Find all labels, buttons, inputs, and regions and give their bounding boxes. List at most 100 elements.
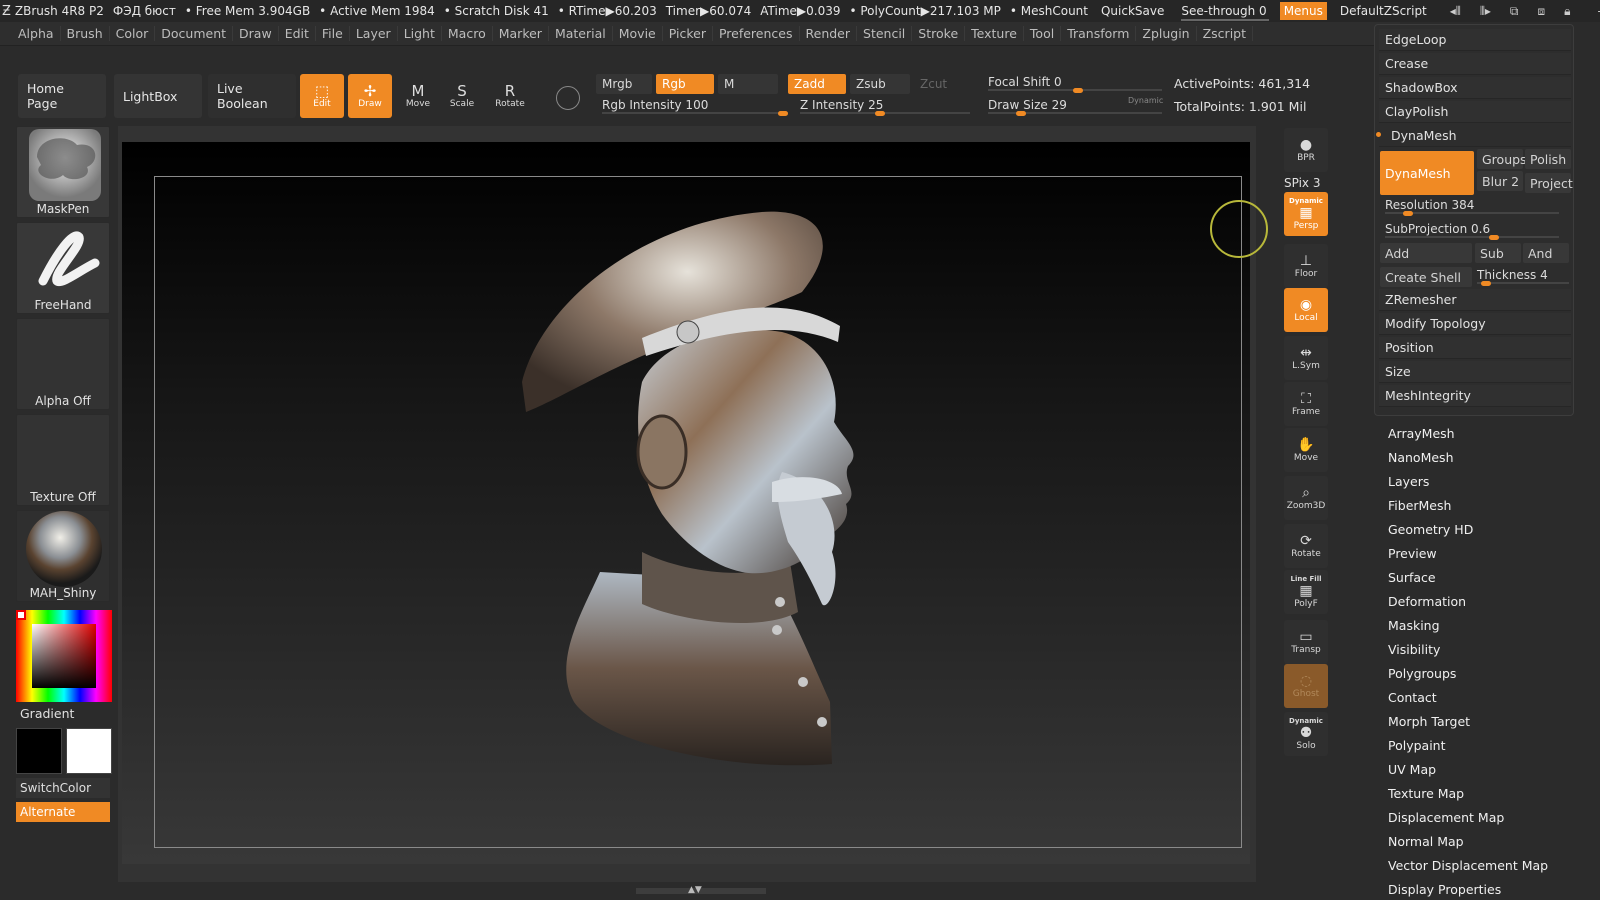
menu-render[interactable]: Render bbox=[800, 26, 858, 41]
texture-tile[interactable]: Texture Off bbox=[16, 414, 110, 506]
subpalette-uv-map[interactable]: UV Map bbox=[1388, 762, 1436, 777]
tray-right-icon[interactable]: ⫴▸ bbox=[1480, 4, 1491, 19]
subpalette-masking[interactable]: Masking bbox=[1388, 618, 1440, 633]
subpalette-contact[interactable]: Contact bbox=[1388, 690, 1437, 705]
subpalette-normal-map[interactable]: Normal Map bbox=[1388, 834, 1464, 849]
subpalette-displacement-map[interactable]: Displacement Map bbox=[1388, 810, 1504, 825]
subpalette-polygroups[interactable]: Polygroups bbox=[1388, 666, 1456, 681]
zcut-button[interactable]: Zcut bbox=[914, 74, 970, 94]
menu-movie[interactable]: Movie bbox=[613, 26, 663, 41]
create-shell-button[interactable]: Create Shell bbox=[1380, 267, 1472, 287]
spix-slider[interactable]: SPix 3 bbox=[1284, 176, 1320, 190]
zsub-button[interactable]: Zsub bbox=[850, 74, 910, 94]
subpalette-display-properties[interactable]: Display Properties bbox=[1388, 882, 1501, 897]
menu-zscript[interactable]: Zscript bbox=[1197, 26, 1254, 41]
see-through-slider[interactable]: See-through 0 bbox=[1177, 4, 1270, 21]
sub-button[interactable]: Sub bbox=[1475, 243, 1521, 263]
panel-position-item[interactable]: Position bbox=[1379, 337, 1571, 359]
menu-preferences[interactable]: Preferences bbox=[713, 26, 800, 41]
tool-rotate-button[interactable]: R Rotate bbox=[488, 74, 532, 118]
panel-size-item[interactable]: Size bbox=[1379, 361, 1571, 383]
subpalette-vector-displacement-map[interactable]: Vector Displacement Map bbox=[1388, 858, 1548, 873]
lightbox-button[interactable]: LightBox bbox=[114, 74, 202, 118]
menu-file[interactable]: File bbox=[316, 26, 350, 41]
menu-alpha[interactable]: Alpha bbox=[12, 26, 61, 41]
subpalette-morph-target[interactable]: Morph Target bbox=[1388, 714, 1470, 729]
view-bpr-button[interactable]: ● BPR bbox=[1284, 128, 1328, 172]
menu-material[interactable]: Material bbox=[549, 26, 613, 41]
menu-transform[interactable]: Transform bbox=[1061, 26, 1137, 41]
view-polyf-button[interactable]: Line Fill ▦ PolyF bbox=[1284, 570, 1328, 614]
material-tile[interactable]: MAH_Shiny bbox=[16, 510, 110, 602]
menu-document[interactable]: Document bbox=[155, 26, 234, 41]
subprojection-slider[interactable]: SubProjection 0.6 bbox=[1379, 219, 1559, 240]
menus-button[interactable]: Menus bbox=[1279, 2, 1327, 20]
view-transp-button[interactable]: ▭ Transp bbox=[1284, 620, 1328, 664]
tool-draw-button[interactable]: ✢ Draw bbox=[348, 74, 392, 118]
panel-claypolish-item[interactable]: ClayPolish bbox=[1379, 101, 1571, 123]
and-button[interactable]: And bbox=[1523, 243, 1569, 263]
menu-color[interactable]: Color bbox=[110, 26, 156, 41]
brush-tile[interactable]: MaskPen bbox=[16, 126, 110, 218]
z-intensity-slider[interactable]: Z Intensity 25 bbox=[794, 95, 970, 116]
menu-brush[interactable]: Brush bbox=[61, 26, 110, 41]
rgb-intensity-slider[interactable]: Rgb Intensity 100 bbox=[596, 95, 788, 116]
view-persp-button[interactable]: Dynamic ▦ Persp bbox=[1284, 192, 1328, 236]
subpalette-texture-map[interactable]: Texture Map bbox=[1388, 786, 1464, 801]
view-floor-button[interactable]: ⊥ Floor bbox=[1284, 244, 1328, 288]
mrgb-button[interactable]: Mrgb bbox=[596, 74, 652, 94]
panel-dynamesh-item[interactable]: DynaMesh bbox=[1379, 125, 1571, 147]
dynamesh-button[interactable]: DynaMesh bbox=[1380, 151, 1474, 195]
default-zscript-button[interactable]: DefaultZScript bbox=[1336, 3, 1431, 19]
ui-swap-icon[interactable]: ⧈ bbox=[1538, 4, 1546, 19]
tray-left-icon[interactable]: ◂⫴ bbox=[1450, 4, 1461, 19]
tray-arrows-icon[interactable]: ▲▼ bbox=[688, 885, 702, 895]
panel-crease-item[interactable]: Crease bbox=[1379, 53, 1571, 75]
subpalette-arraymesh[interactable]: ArrayMesh bbox=[1388, 426, 1455, 441]
resolution-slider[interactable]: Resolution 384 bbox=[1379, 195, 1559, 216]
m-button[interactable]: M bbox=[718, 74, 778, 94]
view-frame-button[interactable]: ⛶ Frame bbox=[1284, 382, 1328, 426]
panel-shadowbox-item[interactable]: ShadowBox bbox=[1379, 77, 1571, 99]
subpalette-nanomesh[interactable]: NanoMesh bbox=[1388, 450, 1454, 465]
subpalette-polypaint[interactable]: Polypaint bbox=[1388, 738, 1446, 753]
stroke-tile[interactable]: FreeHand bbox=[16, 222, 110, 314]
dynamic-label[interactable]: Dynamic bbox=[1128, 96, 1163, 105]
layout-icon[interactable]: ⧉ bbox=[1510, 4, 1519, 19]
view-lsym-button[interactable]: ⇹ L.Sym bbox=[1284, 336, 1328, 380]
subpalette-visibility[interactable]: Visibility bbox=[1388, 642, 1440, 657]
menu-stroke[interactable]: Stroke bbox=[912, 26, 966, 41]
menu-layer[interactable]: Layer bbox=[350, 26, 398, 41]
main-color-swatch[interactable] bbox=[66, 728, 112, 774]
tool-move-button[interactable]: M Move bbox=[396, 74, 440, 118]
view-zoom3d-button[interactable]: ⌕ Zoom3D bbox=[1284, 476, 1328, 520]
color-picker[interactable] bbox=[16, 610, 112, 702]
alpha-tile[interactable]: Alpha Off bbox=[16, 318, 110, 410]
sculptris-pro-icon[interactable] bbox=[556, 86, 580, 110]
subpalette-preview[interactable]: Preview bbox=[1388, 546, 1437, 561]
home-page-button[interactable]: Home Page bbox=[18, 74, 106, 118]
subpalette-deformation[interactable]: Deformation bbox=[1388, 594, 1466, 609]
panel-zremesher-item[interactable]: ZRemesher bbox=[1379, 289, 1571, 311]
live-boolean-button[interactable]: Live Boolean bbox=[208, 74, 296, 118]
panel-edgeloop-item[interactable]: EdgeLoop bbox=[1379, 29, 1571, 51]
panel-meshintegrity-item[interactable]: MeshIntegrity bbox=[1379, 385, 1571, 407]
view-ghost-button[interactable]: ◌ Ghost bbox=[1284, 664, 1328, 708]
menu-stencil[interactable]: Stencil bbox=[857, 26, 913, 41]
thickness-slider[interactable]: Thickness 4 bbox=[1471, 265, 1569, 286]
add-button[interactable]: Add bbox=[1380, 243, 1472, 263]
tool-edit-button[interactable]: ⬚ Edit bbox=[300, 74, 344, 118]
view-rotate-button[interactable]: ⟳ Rotate bbox=[1284, 524, 1328, 568]
focal-shift-slider[interactable]: Focal Shift 0 bbox=[982, 72, 1162, 93]
groups-button[interactable]: Groups bbox=[1477, 149, 1527, 169]
subpalette-fibermesh[interactable]: FiberMesh bbox=[1388, 498, 1451, 513]
project-button[interactable]: Project bbox=[1525, 173, 1573, 193]
menu-zplugin[interactable]: Zplugin bbox=[1136, 26, 1197, 41]
lock-icon[interactable]: 🔒︎ bbox=[1564, 4, 1570, 19]
view-move-button[interactable]: ✋ Move bbox=[1284, 428, 1328, 472]
subpalette-geometry-hd[interactable]: Geometry HD bbox=[1388, 522, 1473, 537]
menu-marker[interactable]: Marker bbox=[493, 26, 549, 41]
view-local-button[interactable]: ◉ Local bbox=[1284, 288, 1328, 332]
panel-modify-topology-item[interactable]: Modify Topology bbox=[1379, 313, 1571, 335]
menu-macro[interactable]: Macro bbox=[442, 26, 493, 41]
